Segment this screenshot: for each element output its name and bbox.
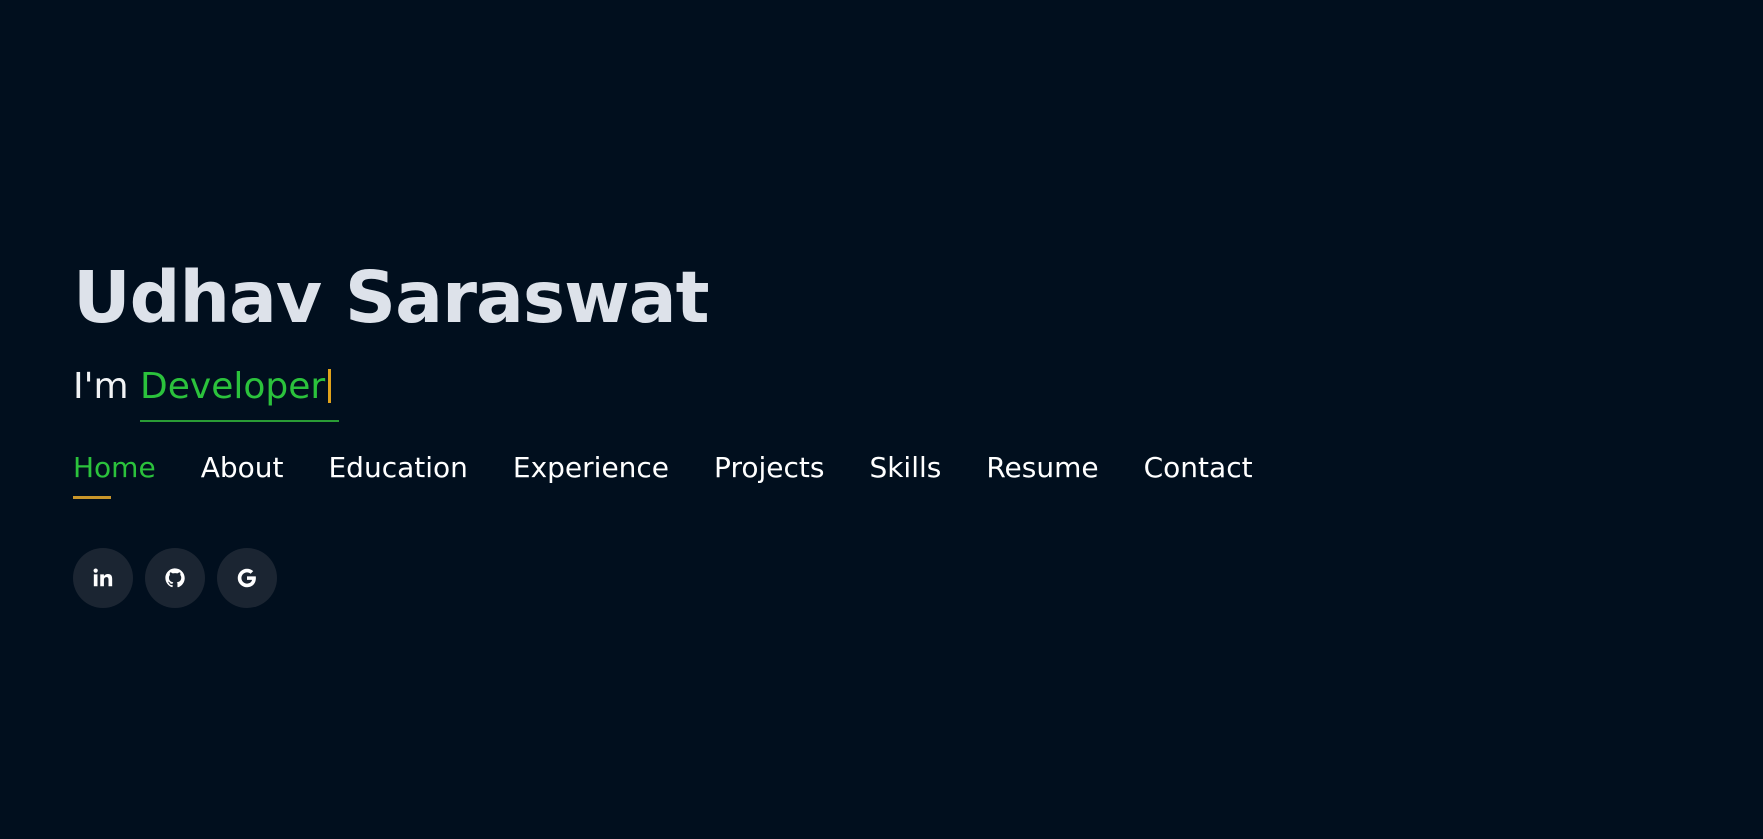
google-button[interactable] bbox=[217, 548, 277, 608]
nav-item-experience[interactable]: Experience bbox=[513, 448, 669, 498]
nav-item-education[interactable]: Education bbox=[328, 448, 467, 498]
nav-item-home[interactable]: Home bbox=[73, 448, 156, 499]
typed-word-text: Developer bbox=[140, 366, 326, 407]
google-icon bbox=[236, 567, 258, 589]
nav-item-contact[interactable]: Contact bbox=[1144, 448, 1253, 498]
typed-prefix: I'm bbox=[73, 366, 129, 407]
hero-name: Udhav Saraswat bbox=[73, 256, 710, 339]
nav-item-projects[interactable]: Projects bbox=[714, 448, 824, 498]
typing-cursor bbox=[328, 369, 332, 403]
github-button[interactable] bbox=[145, 548, 205, 608]
nav-item-skills[interactable]: Skills bbox=[869, 448, 941, 498]
typed-line: I'm Developer bbox=[73, 364, 1473, 422]
page: Udhav Saraswat I'm Developer Home About … bbox=[0, 0, 1763, 839]
linkedin-icon bbox=[92, 567, 114, 589]
linkedin-button[interactable] bbox=[73, 548, 133, 608]
main-nav: Home About Education Experience Projects… bbox=[73, 448, 1473, 499]
hero-section: Udhav Saraswat I'm Developer Home About … bbox=[73, 256, 1473, 608]
social-links bbox=[73, 548, 1473, 608]
typed-word: Developer bbox=[140, 364, 340, 422]
github-icon bbox=[164, 567, 186, 589]
nav-item-about[interactable]: About bbox=[201, 448, 284, 498]
nav-item-resume[interactable]: Resume bbox=[986, 448, 1098, 498]
